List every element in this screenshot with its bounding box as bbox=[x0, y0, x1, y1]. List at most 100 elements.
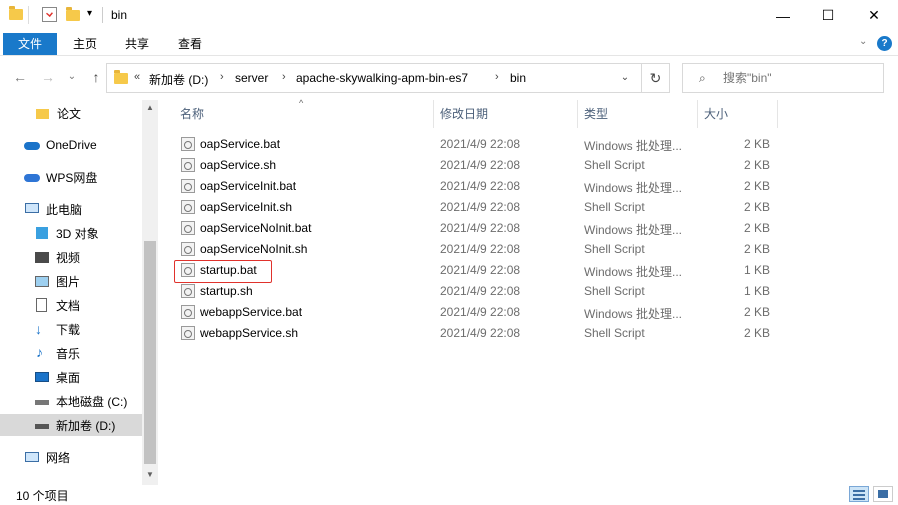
file-row[interactable]: startup.sh 2021/4/9 22:08 Shell Script 1… bbox=[174, 281, 778, 302]
nav-scrollbar[interactable]: ▲ ▼ bbox=[142, 100, 158, 485]
scrollbar-thumb[interactable] bbox=[144, 241, 156, 464]
nav-item-music[interactable]: ♪ 音乐 bbox=[0, 342, 142, 364]
details-view-button[interactable] bbox=[849, 486, 869, 502]
file-name: startup.bat bbox=[200, 263, 257, 277]
download-icon: ↓ bbox=[35, 321, 42, 337]
file-type: Shell Script bbox=[584, 200, 645, 214]
shell-script-icon bbox=[181, 326, 195, 340]
nav-item-pictures[interactable]: 图片 bbox=[0, 270, 142, 292]
file-size: 2 KB bbox=[743, 137, 770, 151]
customize-toolbar-icon[interactable]: ▾ bbox=[87, 8, 92, 19]
batch-file-icon bbox=[181, 179, 195, 193]
file-modified: 2021/4/9 22:08 bbox=[440, 305, 521, 319]
nav-item-videos[interactable]: 视频 bbox=[0, 246, 142, 268]
file-row[interactable]: oapServiceNoInit.bat 2021/4/9 22:08 Wind… bbox=[174, 218, 778, 239]
search-icon: ⌕ bbox=[699, 71, 706, 85]
scroll-down-icon[interactable]: ▼ bbox=[142, 467, 158, 483]
tab-share[interactable]: 共享 bbox=[115, 33, 159, 55]
file-row-highlighted[interactable]: startup.bat 2021/4/9 22:08 Windows 批处理..… bbox=[174, 260, 778, 283]
breadcrumb-overflow[interactable]: « bbox=[134, 71, 140, 83]
back-button[interactable]: ← bbox=[10, 69, 30, 85]
nav-item-desktop[interactable]: 桌面 bbox=[0, 366, 142, 388]
nav-item-wps[interactable]: WPS网盘 bbox=[0, 166, 142, 188]
tab-home[interactable]: 主页 bbox=[63, 33, 107, 55]
nav-item-onedrive[interactable]: OneDrive bbox=[0, 134, 142, 156]
file-row[interactable]: oapServiceInit.sh 2021/4/9 22:08 Shell S… bbox=[174, 197, 778, 218]
shell-script-icon bbox=[181, 158, 195, 172]
breadcrumb-bin[interactable]: bin bbox=[510, 71, 526, 85]
file-name: webappService.sh bbox=[200, 326, 299, 340]
nav-item-3d-objects[interactable]: 3D 对象 bbox=[0, 222, 142, 244]
column-header-type[interactable]: 类型 bbox=[578, 100, 698, 128]
file-type: Shell Script bbox=[584, 284, 645, 298]
forward-button[interactable]: → bbox=[38, 69, 58, 85]
close-button[interactable]: ✕ bbox=[851, 0, 897, 31]
file-modified: 2021/4/9 22:08 bbox=[440, 158, 521, 172]
properties-icon[interactable] bbox=[42, 7, 57, 22]
file-row[interactable]: oapService.sh 2021/4/9 22:08 Shell Scrip… bbox=[174, 155, 778, 176]
address-bar[interactable]: « 新加卷 (D:) › server › apache-skywalking-… bbox=[106, 63, 670, 93]
refresh-button[interactable]: ↻ bbox=[641, 63, 670, 93]
file-size: 2 KB bbox=[743, 200, 770, 214]
search-box[interactable]: ⌕ bbox=[682, 63, 884, 93]
breadcrumb-server[interactable]: server bbox=[235, 71, 268, 85]
address-folder-icon bbox=[114, 70, 128, 84]
file-name: oapServiceNoInit.sh bbox=[200, 242, 308, 256]
recent-locations-button[interactable]: ⌄ bbox=[62, 71, 82, 82]
large-icons-view-button[interactable] bbox=[873, 486, 893, 502]
file-row[interactable]: webappService.sh 2021/4/9 22:08 Shell Sc… bbox=[174, 323, 778, 344]
tab-view[interactable]: 查看 bbox=[168, 33, 212, 55]
breadcrumb-separator[interactable]: › bbox=[495, 71, 499, 83]
breadcrumb-separator[interactable]: › bbox=[220, 71, 224, 83]
address-dropdown-icon[interactable]: ⌄ bbox=[615, 63, 635, 93]
file-row[interactable]: oapServiceNoInit.sh 2021/4/9 22:08 Shell… bbox=[174, 239, 778, 260]
breadcrumb-drive[interactable]: 新加卷 (D:) bbox=[149, 71, 208, 88]
document-icon bbox=[34, 298, 50, 312]
computer-icon bbox=[24, 202, 40, 216]
nav-item-local-disk-c[interactable]: 本地磁盘 (C:) bbox=[0, 390, 142, 412]
scroll-up-icon[interactable]: ▲ bbox=[142, 100, 158, 116]
file-name: startup.sh bbox=[200, 284, 253, 298]
minimize-button[interactable]: — bbox=[760, 0, 806, 31]
picture-icon bbox=[34, 274, 50, 288]
expand-ribbon-icon[interactable]: ⌄ bbox=[859, 36, 867, 47]
breadcrumb-skywalking[interactable]: apache-skywalking-apm-bin-es7 bbox=[296, 71, 468, 85]
batch-file-icon bbox=[181, 137, 195, 151]
drive-c-icon bbox=[34, 394, 50, 408]
file-type: Windows 批处理... bbox=[584, 139, 683, 153]
breadcrumb-separator[interactable]: › bbox=[282, 71, 286, 83]
file-name: oapServiceInit.sh bbox=[200, 200, 293, 214]
search-input[interactable] bbox=[723, 71, 873, 85]
folder-icon bbox=[35, 106, 51, 120]
nav-item-this-pc[interactable]: 此电脑 bbox=[0, 198, 142, 220]
help-icon[interactable]: ? bbox=[877, 36, 892, 51]
sort-ascending-icon: ^ bbox=[299, 98, 304, 108]
tab-file[interactable]: 文件 bbox=[3, 33, 57, 55]
nav-item-network[interactable]: 网络 bbox=[0, 446, 142, 468]
nav-item-new-volume-d[interactable]: 新加卷 (D:) bbox=[0, 414, 142, 436]
up-button[interactable]: ↑ bbox=[86, 69, 106, 85]
file-name: webappService.bat bbox=[200, 305, 303, 319]
maximize-button[interactable]: ☐ bbox=[805, 0, 851, 31]
title-separator bbox=[102, 7, 103, 23]
file-row[interactable]: oapServiceInit.bat 2021/4/9 22:08 Window… bbox=[174, 176, 778, 197]
new-folder-icon[interactable] bbox=[66, 7, 80, 21]
nav-item-papers[interactable]: 论文 bbox=[0, 102, 142, 124]
file-row[interactable]: oapService.bat 2021/4/9 22:08 Windows 批处… bbox=[174, 134, 778, 155]
shell-script-icon bbox=[181, 200, 195, 214]
status-item-count: 10 个项目 bbox=[16, 489, 69, 503]
nav-item-downloads[interactable]: ↓ 下载 bbox=[0, 318, 142, 340]
nav-item-documents[interactable]: 文档 bbox=[0, 294, 142, 316]
file-size: 2 KB bbox=[743, 158, 770, 172]
column-header-size[interactable]: 大小 bbox=[698, 100, 778, 128]
file-type: Windows 批处理... bbox=[584, 307, 683, 321]
file-row[interactable]: webappService.bat 2021/4/9 22:08 Windows… bbox=[174, 302, 778, 323]
column-header-name[interactable]: 名称 bbox=[174, 100, 434, 128]
cube-icon bbox=[34, 226, 50, 240]
column-header-modified[interactable]: 修改日期 bbox=[434, 100, 578, 128]
window-title: bin bbox=[111, 8, 128, 22]
video-icon bbox=[34, 250, 50, 264]
batch-file-icon bbox=[181, 305, 195, 319]
file-modified: 2021/4/9 22:08 bbox=[440, 179, 521, 193]
ribbon-tabs: 文件 主页 共享 查看 ⌄ ? bbox=[0, 31, 898, 56]
